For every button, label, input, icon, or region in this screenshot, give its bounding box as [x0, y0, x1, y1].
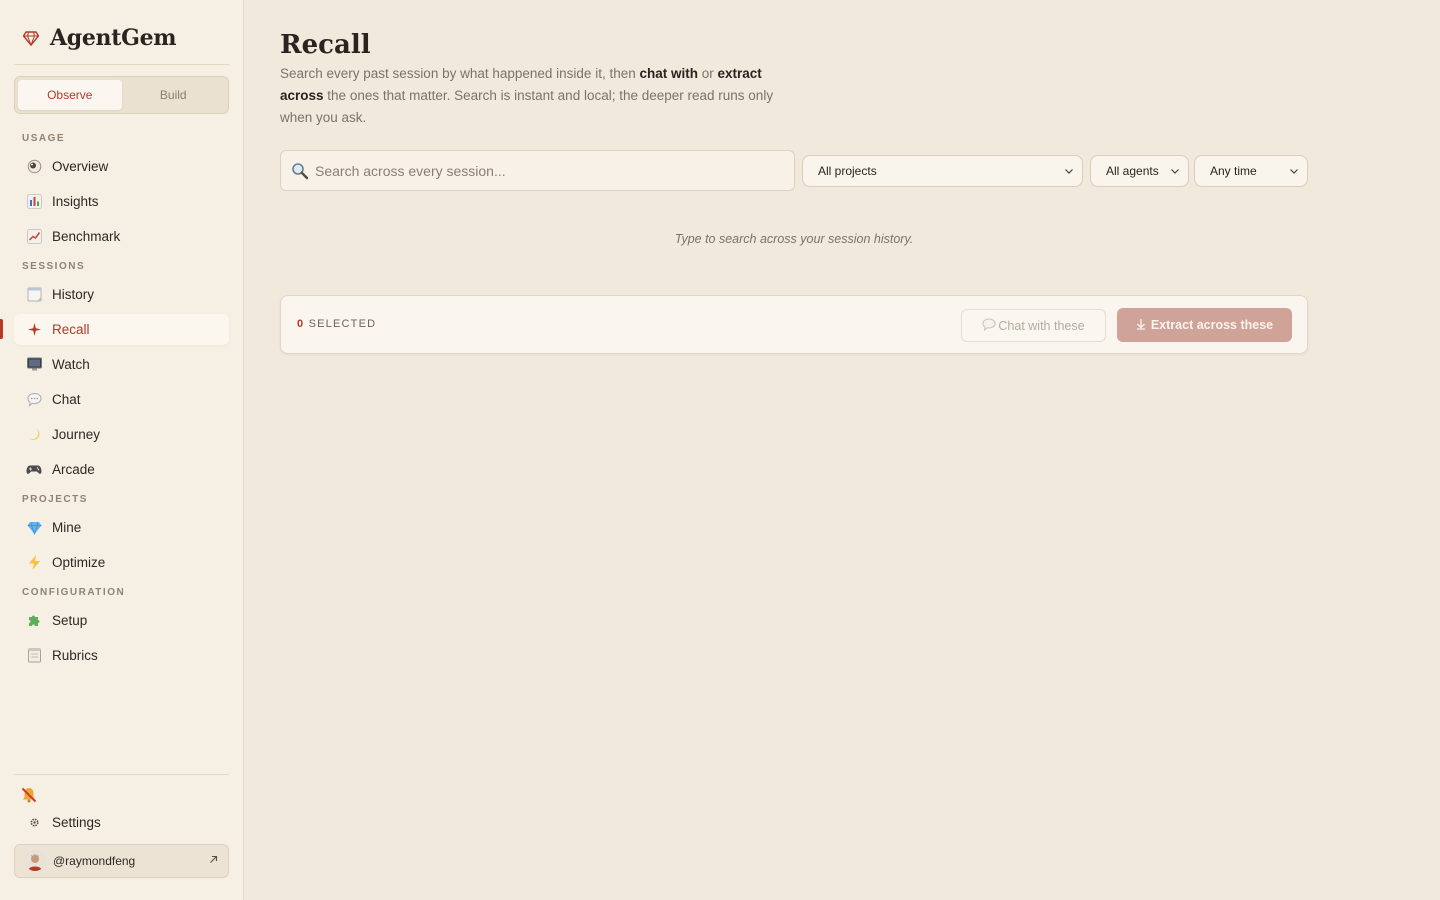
selected-count: 0 SELECTED	[297, 318, 376, 330]
agent-filter-value: All agents	[1106, 164, 1159, 178]
extract-button-label: Extract across these	[1150, 318, 1274, 332]
empty-state-hint: Type to search across your session histo…	[674, 232, 914, 246]
avatar	[25, 851, 45, 871]
sidebar-item-overview[interactable]: Overview	[14, 151, 229, 182]
description-emphasis: chat with	[639, 66, 698, 81]
agent-filter-select[interactable]: All agents	[1090, 155, 1189, 187]
main-content: Recall Search every past session by what…	[244, 0, 1440, 900]
user-handle: @raymondfeng	[53, 854, 136, 868]
gem-icon	[26, 520, 42, 536]
sidebar-item-label: Watch	[52, 357, 90, 372]
chevron-down-icon	[1170, 165, 1180, 175]
sidebar-item-label: Optimize	[52, 555, 106, 570]
eye-icon	[26, 159, 42, 175]
sidebar-item-insights[interactable]: Insights	[14, 186, 229, 217]
section-label-usage: USAGE	[22, 133, 66, 144]
chat-button-label: Chat with these	[998, 318, 1085, 333]
gamepad-icon	[26, 462, 42, 478]
sidebar-item-optimize[interactable]: Optimize	[14, 547, 229, 578]
muted-bell-icon[interactable]	[20, 786, 38, 804]
sidebar: AgentGem Observe Build USAGE Overview In…	[0, 0, 244, 900]
clipboard-icon	[26, 648, 42, 664]
search-box	[280, 150, 795, 191]
sidebar-item-journey[interactable]: Journey	[14, 419, 229, 450]
external-link-icon	[209, 855, 218, 867]
page-description: Search every past session by what happen…	[280, 63, 790, 129]
sidebar-item-watch[interactable]: Watch	[14, 349, 229, 380]
user-profile-button[interactable]: @raymondfeng	[14, 844, 229, 878]
brand[interactable]: AgentGem	[22, 24, 177, 52]
project-filter-value: All projects	[818, 164, 877, 178]
sidebar-item-setup[interactable]: Setup	[14, 605, 229, 636]
section-label-sessions: SESSIONS	[22, 261, 86, 272]
description-text: Search every past session by what happen…	[280, 66, 640, 81]
sidebar-item-label: Overview	[52, 159, 109, 174]
selection-bar: 0 SELECTED Chat with these Extract acros…	[280, 295, 1308, 354]
selected-count-number: 0	[297, 318, 305, 330]
sidebar-item-label: Chat	[52, 392, 81, 407]
brand-name: AgentGem	[50, 25, 177, 51]
chat-with-selected-button[interactable]: Chat with these	[961, 309, 1106, 342]
sidebar-item-label: Settings	[52, 814, 101, 830]
sidebar-item-mine[interactable]: Mine	[14, 512, 229, 543]
chevron-down-icon	[1064, 165, 1074, 175]
sidebar-item-label: Arcade	[52, 462, 95, 477]
sidebar-item-recall[interactable]: Recall	[14, 314, 229, 345]
description-text: or	[698, 66, 718, 81]
observe-mode-button[interactable]: Observe	[18, 80, 122, 110]
chevron-down-icon	[1289, 165, 1299, 175]
divider	[14, 64, 229, 65]
speech-bubble-icon	[982, 317, 996, 334]
sidebar-item-arcade[interactable]: Arcade	[14, 454, 229, 485]
lightning-icon	[26, 555, 42, 571]
search-icon	[291, 162, 309, 180]
time-filter-select[interactable]: Any time	[1194, 155, 1308, 187]
speech-bubble-icon	[26, 392, 42, 408]
gear-icon	[26, 814, 42, 830]
description-text: the ones that matter. Search is instant …	[280, 88, 774, 125]
sidebar-item-label: History	[52, 287, 95, 302]
gem-logo-icon	[22, 29, 40, 47]
sidebar-item-label: Benchmark	[52, 229, 121, 244]
divider	[14, 774, 229, 775]
notepad-icon	[26, 287, 42, 303]
sidebar-item-history[interactable]: History	[14, 279, 229, 310]
sidebar-item-settings[interactable]: Settings	[14, 808, 229, 836]
monitor-icon	[26, 357, 42, 373]
section-label-configuration: CONFIGURATION	[22, 587, 126, 598]
extract-across-button[interactable]: Extract across these	[1117, 308, 1292, 342]
puzzle-icon	[26, 613, 42, 629]
sidebar-item-chat[interactable]: Chat	[14, 384, 229, 415]
project-filter-select[interactable]: All projects	[802, 155, 1083, 187]
sidebar-item-rubrics[interactable]: Rubrics	[14, 640, 229, 671]
search-input[interactable]	[315, 151, 794, 190]
mode-toggle: Observe Build	[14, 76, 229, 114]
line-chart-icon	[26, 229, 42, 245]
sidebar-item-label: Rubrics	[52, 648, 98, 663]
sidebar-item-label: Recall	[52, 322, 90, 337]
download-arrow-icon	[1136, 318, 1146, 333]
time-filter-value: Any time	[1210, 164, 1257, 178]
page-title: Recall	[280, 30, 371, 60]
section-label-projects: PROJECTS	[22, 494, 88, 505]
sparkle-icon	[26, 322, 42, 338]
sidebar-item-label: Journey	[52, 427, 101, 442]
build-mode-button[interactable]: Build	[122, 80, 226, 110]
crescent-moon-icon	[26, 427, 42, 443]
selected-count-label: SELECTED	[308, 318, 377, 330]
sidebar-item-benchmark[interactable]: Benchmark	[14, 221, 229, 252]
bar-chart-icon	[26, 194, 42, 210]
active-indicator	[0, 319, 3, 339]
sidebar-item-label: Mine	[52, 520, 82, 535]
sidebar-item-label: Insights	[52, 194, 99, 209]
sidebar-item-label: Setup	[52, 613, 88, 628]
